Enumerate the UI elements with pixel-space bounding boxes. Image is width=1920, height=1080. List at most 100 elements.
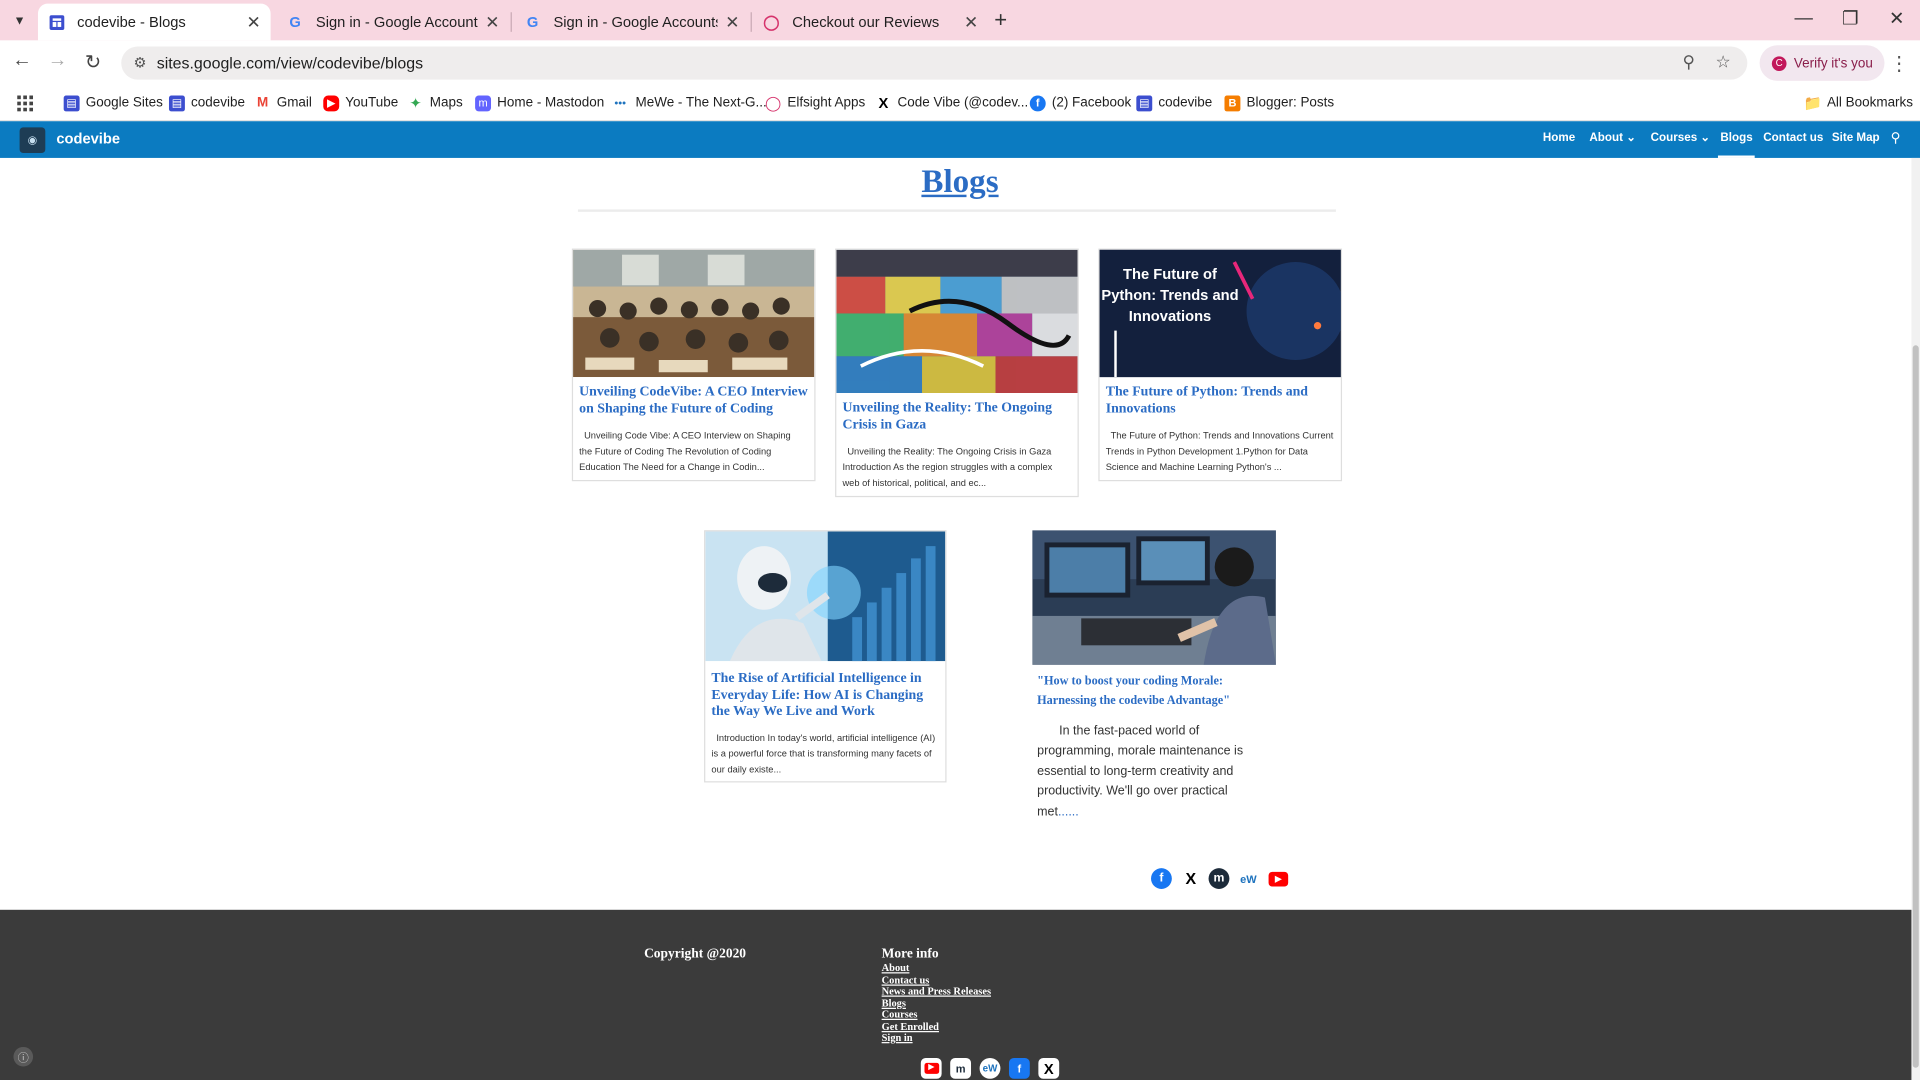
x-icon[interactable]: X bbox=[1180, 868, 1201, 889]
avatar: C bbox=[1771, 55, 1787, 71]
gmail-icon: M bbox=[257, 95, 269, 111]
mewe-icon[interactable]: eW bbox=[1238, 868, 1259, 889]
x-icon[interactable]: X bbox=[1038, 1057, 1060, 1079]
bookmark-google-sites[interactable]: ▤ Google Sites bbox=[63, 93, 163, 113]
nav-blogs[interactable]: Blogs bbox=[1717, 131, 1756, 158]
profile-verify-button[interactable]: C Verify it's you bbox=[1759, 45, 1886, 81]
bookmark-label: Code Vibe (@codev... bbox=[897, 95, 1029, 111]
minimize-button[interactable]: — bbox=[1785, 7, 1822, 28]
card-image[interactable]: The Future of Python: Trends and Innovat… bbox=[1099, 249, 1341, 378]
mastodon-icon[interactable]: m bbox=[950, 1057, 972, 1079]
bookmark-blogger[interactable]: B Blogger: Posts bbox=[1224, 93, 1334, 113]
bookmark-codevibe-2[interactable]: ▤ codevibe bbox=[1136, 93, 1212, 113]
bookmark-codevibe-x[interactable]: X Code Vibe (@codev... bbox=[876, 93, 1029, 113]
nav-site-map[interactable]: Site Map bbox=[1832, 131, 1880, 144]
card-excerpt: Unveiling Code Vibe: A CEO Interview on … bbox=[579, 429, 791, 473]
blog-card-python[interactable]: The Future of Python: Trends and Innovat… bbox=[1098, 248, 1343, 482]
footer-link-news[interactable]: News and Press Releases bbox=[882, 984, 991, 996]
tab-checkout-reviews[interactable]: ◯ Checkout our Reviews ✕ bbox=[753, 4, 988, 41]
featured-title[interactable]: "How to boost your coding Morale: Harnes… bbox=[1037, 672, 1264, 711]
close-icon[interactable]: ✕ bbox=[964, 12, 978, 33]
reload-button[interactable]: ↻ bbox=[80, 50, 107, 74]
ai-robot-image bbox=[705, 531, 946, 662]
card-image[interactable] bbox=[705, 531, 946, 662]
nav-about[interactable]: About ⌄ bbox=[1589, 131, 1636, 144]
card-image[interactable] bbox=[573, 249, 815, 378]
blog-card-ceo-interview[interactable]: Unveiling CodeVibe: A CEO Interview on S… bbox=[571, 248, 816, 482]
google-sites-icon bbox=[48, 13, 65, 30]
chevron-down-icon: ⌄ bbox=[1626, 131, 1636, 145]
close-icon[interactable]: ✕ bbox=[246, 12, 260, 33]
bookmark-facebook[interactable]: f (2) Facebook bbox=[1029, 93, 1131, 113]
tab-codevibe-blogs[interactable]: codevibe - Blogs ✕ bbox=[37, 3, 271, 41]
bookmark-mewe[interactable]: ••• MeWe - The Next-G... bbox=[611, 93, 766, 113]
arrow-left-icon: ← bbox=[12, 50, 32, 72]
featured-image[interactable] bbox=[1032, 530, 1276, 665]
nav-home[interactable]: Home bbox=[1543, 131, 1575, 144]
youtube-icon[interactable]: ▶ bbox=[920, 1057, 942, 1079]
card-title[interactable]: The Rise of Artificial Intelligence in E… bbox=[711, 671, 944, 721]
footer-link-courses[interactable]: Courses bbox=[882, 1008, 918, 1020]
address-bar[interactable]: ⚙ sites.google.com/view/codevibe/blogs ⚲… bbox=[121, 46, 1748, 80]
close-icon[interactable]: ✕ bbox=[485, 12, 499, 33]
bookmark-codevibe[interactable]: ▤ codevibe bbox=[168, 93, 245, 113]
scrollbar-thumb[interactable] bbox=[1912, 345, 1919, 1068]
youtube-icon[interactable]: ▶ bbox=[1268, 871, 1289, 887]
google-sites-icon: ▤ bbox=[63, 94, 80, 111]
facebook-icon[interactable]: f bbox=[1151, 868, 1172, 889]
apps-grid-icon[interactable] bbox=[17, 93, 34, 113]
url-text[interactable]: sites.google.com/view/codevibe/blogs bbox=[157, 54, 423, 72]
site-footer: Copyright @2020 More info About Contact … bbox=[0, 909, 1920, 1080]
close-window-button[interactable]: ✕ bbox=[1878, 7, 1915, 30]
close-icon[interactable]: ✕ bbox=[725, 12, 739, 33]
nav-courses[interactable]: Courses ⌄ bbox=[1651, 131, 1711, 144]
bookmark-gmail[interactable]: M Gmail bbox=[255, 93, 312, 113]
card-excerpt: Unveiling the Reality: The Ongoing Crisi… bbox=[842, 445, 1053, 489]
read-more-link[interactable]: ...... bbox=[1058, 805, 1079, 818]
page-title[interactable]: Blogs bbox=[0, 163, 1920, 201]
card-image[interactable] bbox=[836, 249, 1078, 394]
zoom-icon[interactable]: ⚲ bbox=[1682, 51, 1695, 72]
browser-toolbar: ← → ↻ ⚙ sites.google.com/view/codevibe/b… bbox=[0, 40, 1920, 86]
back-button[interactable]: ← bbox=[9, 50, 36, 72]
facebook-icon[interactable]: f bbox=[1008, 1057, 1030, 1079]
new-tab-button[interactable]: + bbox=[994, 7, 1007, 33]
footer-link-sign-in[interactable]: Sign in bbox=[882, 1031, 913, 1043]
restore-button[interactable]: ❐ bbox=[1832, 7, 1869, 30]
card-title[interactable]: Unveiling the Reality: The Ongoing Crisi… bbox=[842, 400, 1075, 433]
blog-card-gaza[interactable]: Unveiling the Reality: The Ongoing Crisi… bbox=[835, 248, 1079, 498]
search-icon[interactable]: ⚲ bbox=[1891, 130, 1901, 146]
tab-separator bbox=[750, 12, 752, 32]
tab-google-signin-1[interactable]: G Sign in - Google Accounts ✕ bbox=[277, 4, 510, 41]
footer-link-about[interactable]: About bbox=[882, 961, 910, 973]
bookmark-maps[interactable]: ✦ Maps bbox=[408, 93, 463, 113]
tab-separator bbox=[510, 12, 512, 32]
tab-google-signin-2[interactable]: G Sign in - Google Accounts ✕ bbox=[514, 4, 749, 41]
mewe-icon[interactable]: eW bbox=[979, 1057, 1001, 1079]
site-name[interactable]: codevibe bbox=[56, 130, 120, 147]
site-info-icon[interactable]: ⚙ bbox=[133, 54, 146, 71]
nav-contact-us[interactable]: Contact us bbox=[1763, 131, 1823, 144]
featured-text: In the fast-paced world of programming, … bbox=[1037, 724, 1244, 819]
all-bookmarks[interactable]: 📁 All Bookmarks bbox=[1804, 93, 1913, 113]
card-excerpt: Introduction In today's world, artificia… bbox=[711, 732, 936, 776]
forward-button[interactable]: → bbox=[44, 50, 71, 72]
bookmark-youtube[interactable]: ▶ YouTube bbox=[323, 93, 398, 113]
maps-icon: ✦ bbox=[409, 94, 422, 112]
page-scrollbar[interactable] bbox=[1911, 157, 1920, 1080]
menu-kebab-icon[interactable]: ⋮ bbox=[1889, 51, 1909, 75]
classroom-image bbox=[573, 249, 815, 378]
blog-card-ai[interactable]: The Rise of Artificial Intelligence in E… bbox=[704, 530, 947, 783]
site-logo[interactable]: ◉ bbox=[19, 127, 46, 154]
cookie-info-icon[interactable]: ⓘ bbox=[13, 1046, 34, 1067]
elfsight-icon: ◯ bbox=[765, 94, 782, 112]
bookmark-mastodon[interactable]: m Home - Mastodon bbox=[475, 93, 604, 113]
bookmark-star-icon[interactable]: ☆ bbox=[1716, 51, 1731, 72]
profile-label: Verify it's you bbox=[1793, 55, 1873, 71]
mastodon-icon[interactable]: m bbox=[1208, 868, 1230, 889]
copyright-text: Copyright @2020 bbox=[644, 946, 747, 962]
card-title[interactable]: The Future of Python: Trends and Innovat… bbox=[1106, 384, 1339, 417]
tab-search-button[interactable]: ▼ bbox=[7, 9, 31, 33]
bookmark-elfsight[interactable]: ◯ Elfsight Apps bbox=[765, 93, 865, 113]
card-title[interactable]: Unveiling CodeVibe: A CEO Interview on S… bbox=[579, 384, 812, 417]
